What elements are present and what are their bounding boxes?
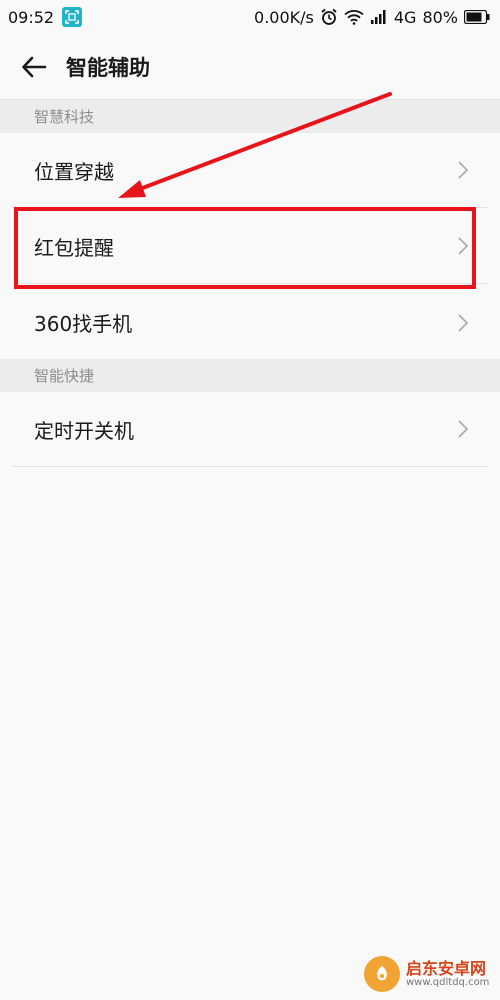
row-location-travel[interactable]: 位置穿越 [12,133,488,208]
status-bar-right: 0.00K/s 4G 80% [254,8,490,27]
page-title: 智能辅助 [66,55,150,80]
back-arrow-icon [22,56,47,77]
status-bar-left: 09:52 [8,7,83,27]
alarm-icon [320,8,338,26]
chevron-right-icon [458,237,469,255]
watermark-title: 启东安卓网 [406,958,487,978]
back-button[interactable] [16,49,52,85]
network-type: 4G [393,7,417,27]
scan-notification-icon [62,7,83,27]
row-label: 红包提醒 [34,235,114,260]
network-speed: 0.00K/s [254,7,314,27]
wifi-icon [344,9,364,25]
section-header-smart-shortcut: 智能快捷 [0,359,500,392]
row-label: 位置穿越 [34,159,114,184]
status-time: 09:52 [8,7,55,27]
section-header-smart-tech: 智慧科技 [0,100,500,133]
row-scheduled-power[interactable]: 定时开关机 [12,392,488,467]
watermark-url: www.qdltdq.com [406,977,490,989]
watermark-logo [364,956,400,992]
signal-icon [370,9,388,25]
watermark: 启东安卓网 www.qdltdq.com [364,954,494,994]
chevron-right-icon [458,161,469,179]
app-header: 智能辅助 [0,34,500,100]
status-bar: 09:52 0.00K/s 4G 80% [0,0,500,34]
row-label: 定时开关机 [34,418,134,443]
chevron-right-icon [458,420,469,438]
chevron-right-icon [458,313,469,332]
row-label: 360找手机 [34,312,133,336]
battery-icon [464,10,490,24]
row-red-packet-reminder[interactable]: 红包提醒 [12,209,488,284]
row-find-phone[interactable]: 360找手机 [12,285,488,360]
battery-percent: 80% [422,7,458,27]
